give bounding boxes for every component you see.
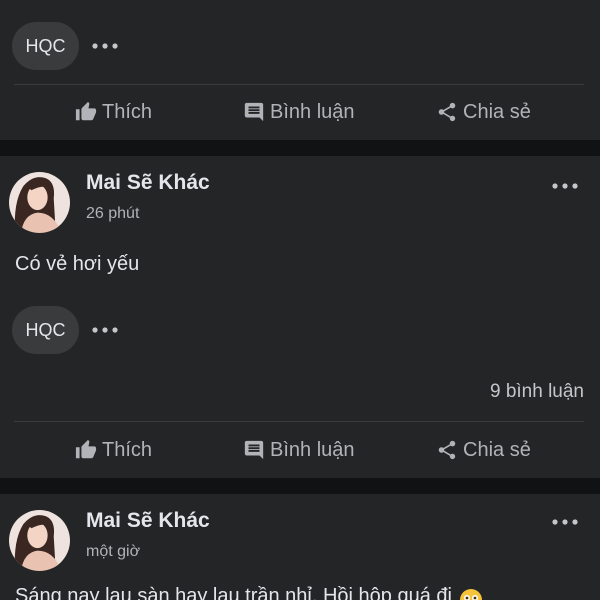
- like-button[interactable]: Thích: [75, 431, 152, 469]
- share-icon: [436, 101, 458, 123]
- post-options-icon[interactable]: [552, 519, 578, 525]
- post-card: Mai Sẽ Khác một giờ Sáng nay lau sàn hay…: [0, 494, 600, 600]
- comment-label: Bình luận: [270, 439, 355, 461]
- share-label: Chia sẻ: [463, 101, 531, 123]
- divider: [14, 84, 584, 85]
- post-card: Mai Sẽ Khác 26 phút Có vẻ hơi yếu HQC 9 …: [0, 156, 600, 478]
- flushed-face-emoji-icon: [459, 589, 482, 600]
- avatar[interactable]: [9, 510, 70, 571]
- avatar[interactable]: [9, 172, 70, 233]
- commenter-avatar-badge[interactable]: HQC: [12, 306, 79, 354]
- post-timestamp[interactable]: một giờ: [86, 542, 140, 562]
- like-label: Thích: [102, 439, 153, 461]
- more-icon[interactable]: [92, 327, 118, 333]
- comment-count-link[interactable]: 9 bình luận: [490, 380, 584, 404]
- comment-icon: [243, 101, 265, 123]
- post-card: HQC Thích Bình luận Chia sẻ: [0, 0, 600, 140]
- like-label: Thích: [102, 101, 153, 123]
- more-icon[interactable]: [92, 43, 118, 49]
- like-button[interactable]: Thích: [75, 93, 152, 131]
- comment-icon: [243, 439, 265, 461]
- share-button[interactable]: Chia sẻ: [436, 93, 531, 131]
- author-name[interactable]: Mai Sẽ Khác: [86, 508, 210, 534]
- thumbs-up-icon: [75, 439, 97, 461]
- comment-button[interactable]: Bình luận: [243, 431, 355, 469]
- author-name[interactable]: Mai Sẽ Khác: [86, 170, 210, 196]
- comment-label: Bình luận: [270, 101, 355, 123]
- post-options-icon[interactable]: [552, 183, 578, 189]
- post-timestamp[interactable]: 26 phút: [86, 204, 139, 224]
- share-icon: [436, 439, 458, 461]
- post-body: Có vẻ hơi yếu: [15, 253, 140, 275]
- post-body-line: Sáng nay lau sàn hay lau trần nhỉ. Hồi h…: [15, 583, 585, 600]
- action-bar: Thích Bình luận Chia sẻ: [0, 93, 600, 131]
- post-body: Sáng nay lau sàn hay lau trần nhỉ. Hồi h…: [15, 585, 452, 600]
- share-button[interactable]: Chia sẻ: [436, 431, 531, 469]
- comment-button[interactable]: Bình luận: [243, 93, 355, 131]
- share-label: Chia sẻ: [463, 439, 531, 461]
- divider: [14, 421, 584, 422]
- action-bar: Thích Bình luận Chia sẻ: [0, 431, 600, 469]
- thumbs-up-icon: [75, 101, 97, 123]
- commenter-avatar-badge[interactable]: HQC: [12, 22, 79, 70]
